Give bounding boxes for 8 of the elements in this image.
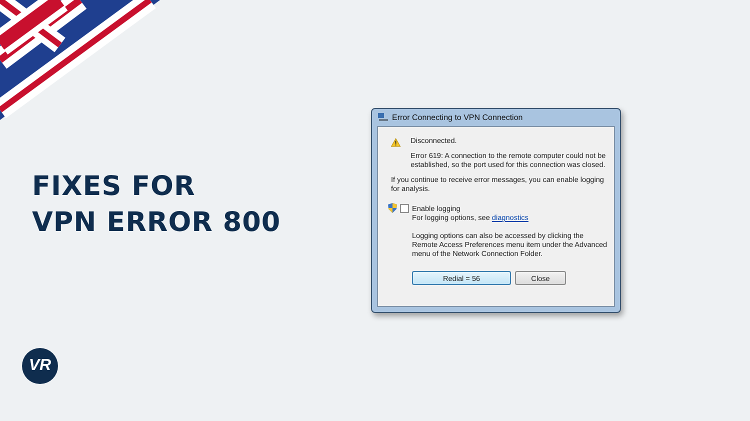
headline: VPN ERROR 800 xyxy=(32,206,282,240)
logo: VR xyxy=(22,348,58,384)
network-icon xyxy=(378,113,388,122)
shield-icon xyxy=(388,203,397,213)
enable-logging-checkbox[interactable] xyxy=(400,204,409,212)
union-flag-icon xyxy=(0,0,160,120)
window-title: Error Connecting to VPN Connection xyxy=(392,113,523,122)
headline: FIXES FOR xyxy=(32,170,196,204)
